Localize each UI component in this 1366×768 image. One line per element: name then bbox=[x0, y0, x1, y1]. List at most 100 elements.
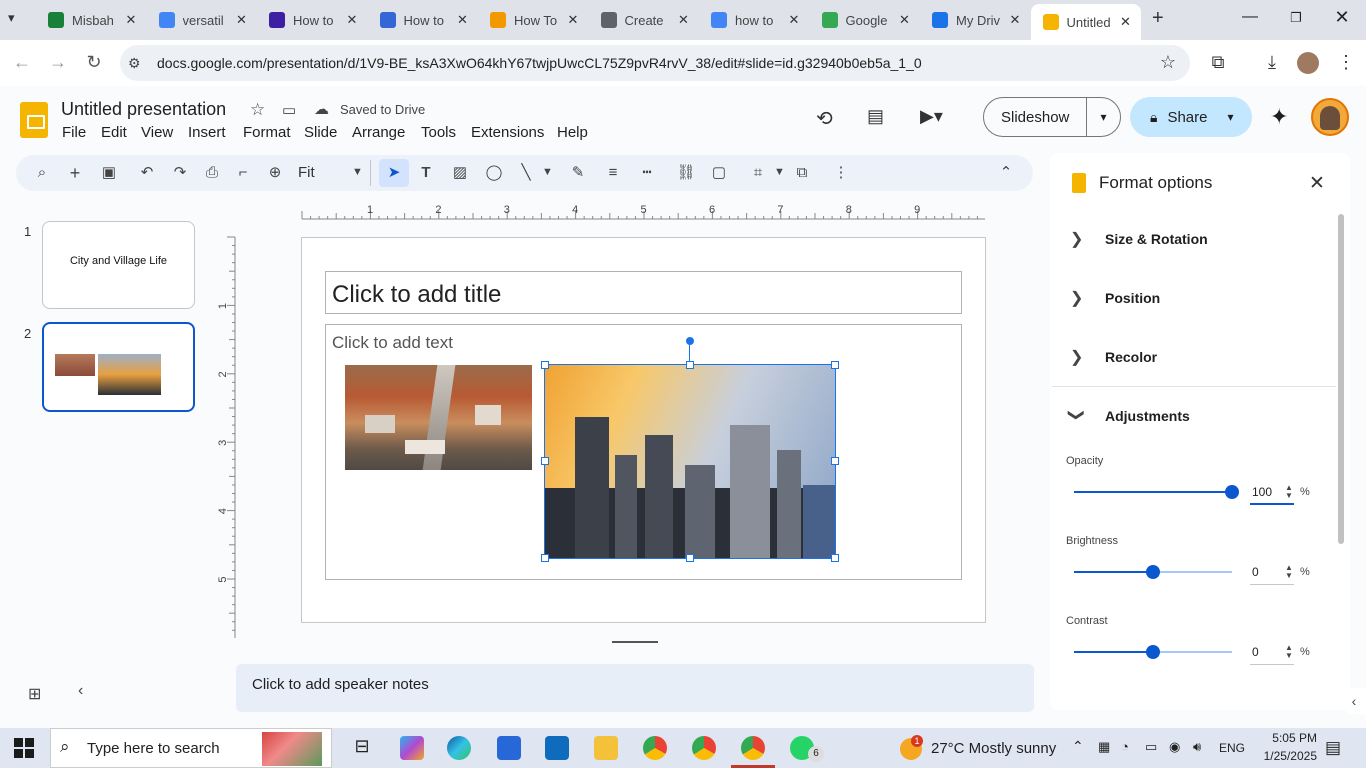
print-icon[interactable]: ⎙ bbox=[200, 161, 224, 185]
zoom-select[interactable]: Fit bbox=[298, 164, 315, 181]
crop-icon[interactable]: ⌗ bbox=[746, 161, 770, 185]
opacity-slider[interactable] bbox=[1225, 485, 1239, 499]
side-panel-expand-icon[interactable]: ‹ bbox=[1342, 688, 1366, 714]
panel-scrollbar[interactable] bbox=[1338, 214, 1344, 544]
grid-view-icon[interactable]: ⊞ bbox=[28, 684, 41, 704]
tab-close-icon[interactable]: ✕ bbox=[1006, 12, 1024, 28]
section-recolor[interactable]: Recolor bbox=[1105, 349, 1157, 365]
comments-icon[interactable]: ▤ bbox=[867, 106, 884, 127]
close-window-icon[interactable]: ✕ bbox=[1322, 7, 1362, 28]
document-title[interactable]: Untitled presentation bbox=[61, 99, 226, 120]
camera-tray-icon[interactable]: ◉ bbox=[1169, 739, 1180, 755]
section-size-rotation[interactable]: Size & Rotation bbox=[1105, 231, 1208, 247]
chevron-down-icon[interactable]: ❯ bbox=[1067, 408, 1087, 421]
menu-item[interactable]: Arrange bbox=[352, 124, 405, 141]
new-tab-button[interactable]: + bbox=[1152, 7, 1164, 30]
browser-tab[interactable]: versatil ✕ bbox=[147, 4, 257, 36]
tab-close-icon[interactable]: ✕ bbox=[454, 12, 472, 28]
clock-time[interactable]: 5:05 PM bbox=[1262, 731, 1317, 745]
tab-close-icon[interactable]: ✕ bbox=[896, 12, 914, 28]
contrast-stepper-icon[interactable]: ▲ ▼ bbox=[1285, 644, 1293, 660]
line-icon[interactable]: ╲ bbox=[514, 161, 538, 185]
notes-resize-handle[interactable] bbox=[612, 641, 658, 643]
share-button[interactable]: 🔒︎ Share ▾ bbox=[1130, 97, 1252, 137]
browser-tab[interactable]: Create ✕ bbox=[589, 4, 699, 36]
chrome-active-icon[interactable] bbox=[741, 736, 765, 760]
village-image[interactable] bbox=[345, 365, 532, 470]
slides-logo-icon[interactable] bbox=[20, 102, 48, 138]
brightness-slider[interactable] bbox=[1146, 565, 1160, 579]
tab-close-icon[interactable]: ✕ bbox=[233, 12, 251, 28]
chevron-right-icon[interactable]: ❯ bbox=[1070, 229, 1083, 249]
resize-handle[interactable] bbox=[686, 554, 694, 562]
chrome-icon[interactable] bbox=[643, 736, 667, 760]
zoom-dropdown-icon[interactable]: ▼ bbox=[352, 166, 363, 178]
shape-icon[interactable]: ◯ bbox=[482, 161, 506, 185]
browser-tab[interactable]: My Driv ✕ bbox=[920, 4, 1030, 36]
tray-overflow-icon[interactable]: ⌃ bbox=[1072, 738, 1084, 755]
resize-handle[interactable] bbox=[831, 457, 839, 465]
restore-icon[interactable]: ❐ bbox=[1276, 10, 1316, 26]
tab-close-icon[interactable]: ✕ bbox=[564, 12, 582, 28]
taskbar-search-placeholder[interactable]: Type here to search bbox=[87, 740, 220, 757]
menu-item[interactable]: Slide bbox=[304, 124, 337, 141]
browser-tab[interactable]: Untitled ✕ bbox=[1030, 4, 1141, 40]
section-adjustments[interactable]: Adjustments bbox=[1105, 408, 1190, 424]
paint-format-icon[interactable]: ⌐ bbox=[231, 161, 255, 185]
menu-item[interactable]: Edit bbox=[101, 124, 127, 141]
resize-handle[interactable] bbox=[541, 554, 549, 562]
tab-close-icon[interactable]: ✕ bbox=[343, 12, 361, 28]
windows-start-icon[interactable] bbox=[14, 738, 34, 758]
language-indicator[interactable]: ENG bbox=[1219, 741, 1245, 755]
border-dash-icon[interactable]: ┅ bbox=[635, 161, 659, 185]
menu-item[interactable]: File bbox=[62, 124, 86, 141]
menu-item[interactable]: View bbox=[141, 124, 173, 141]
slide-thumbnail-1[interactable]: City and Village Life bbox=[42, 221, 195, 309]
browser-tab[interactable]: Misbah ✕ bbox=[36, 4, 146, 36]
weather-text[interactable]: 27°C Mostly sunny bbox=[931, 740, 1056, 757]
tab-close-icon[interactable]: ✕ bbox=[785, 12, 803, 28]
slide-thumbnail-2[interactable] bbox=[42, 322, 195, 412]
browser-tab[interactable]: Google ✕ bbox=[810, 4, 920, 36]
network-icon[interactable]: ▦ bbox=[1098, 739, 1110, 755]
menu-item[interactable]: Extensions bbox=[471, 124, 544, 141]
text-box-icon[interactable]: T bbox=[414, 161, 438, 185]
browser-tab[interactable]: How to ✕ bbox=[257, 4, 367, 36]
forward-icon[interactable]: → bbox=[46, 52, 70, 73]
store-icon[interactable] bbox=[497, 736, 521, 760]
tab-close-icon[interactable]: ✕ bbox=[1117, 14, 1135, 30]
redo-icon[interactable]: ↷ bbox=[168, 161, 192, 185]
browser-tab[interactable]: How To ✕ bbox=[478, 4, 588, 36]
tab-search-chevron-icon[interactable]: ▾ bbox=[8, 10, 15, 26]
bookmark-star-icon[interactable]: ☆ bbox=[1156, 52, 1180, 73]
url-text[interactable]: docs.google.com/presentation/d/1V9-BE_ks… bbox=[157, 55, 922, 71]
collapse-toolbar-icon[interactable]: ⌃ bbox=[994, 161, 1018, 185]
contrast-slider[interactable] bbox=[1146, 645, 1160, 659]
slideshow-dropdown-icon[interactable]: ▾ bbox=[1085, 98, 1120, 136]
back-icon[interactable]: ← bbox=[10, 52, 34, 73]
battery-icon[interactable]: ▭ bbox=[1145, 739, 1157, 755]
insert-image-icon[interactable]: ▨ bbox=[448, 161, 472, 185]
edge-icon[interactable] bbox=[447, 736, 471, 760]
zoom-icon[interactable]: ⊕ bbox=[263, 161, 287, 185]
chevron-right-icon[interactable]: ❯ bbox=[1070, 288, 1083, 308]
site-info-icon[interactable]: ⚙ bbox=[128, 55, 141, 72]
line-dropdown-icon[interactable]: ▼ bbox=[542, 166, 553, 178]
menu-item[interactable]: Tools bbox=[421, 124, 456, 141]
border-weight-icon[interactable]: ≡ bbox=[601, 161, 625, 185]
new-slide-icon[interactable]: + bbox=[63, 161, 87, 185]
replace-image-icon[interactable]: ⧉ bbox=[790, 161, 814, 185]
version-history-icon[interactable]: ⟲ bbox=[816, 106, 833, 131]
extensions-icon[interactable]: ⧉ bbox=[1206, 52, 1230, 73]
opacity-value[interactable]: 100 bbox=[1252, 485, 1272, 499]
select-cursor-icon[interactable]: ➤ bbox=[382, 161, 406, 185]
brightness-stepper-icon[interactable]: ▲ ▼ bbox=[1285, 564, 1293, 580]
close-panel-icon[interactable]: ✕ bbox=[1309, 172, 1325, 195]
title-placeholder[interactable]: Click to add title bbox=[325, 271, 962, 314]
account-avatar[interactable] bbox=[1311, 98, 1349, 136]
brightness-value[interactable]: 0 bbox=[1252, 565, 1259, 579]
browser-menu-icon[interactable]: ⋮ bbox=[1334, 52, 1358, 73]
menu-item[interactable]: Insert bbox=[188, 124, 226, 141]
share-dropdown-icon[interactable]: ▾ bbox=[1227, 110, 1233, 124]
chevron-right-icon[interactable]: ❯ bbox=[1070, 347, 1083, 367]
